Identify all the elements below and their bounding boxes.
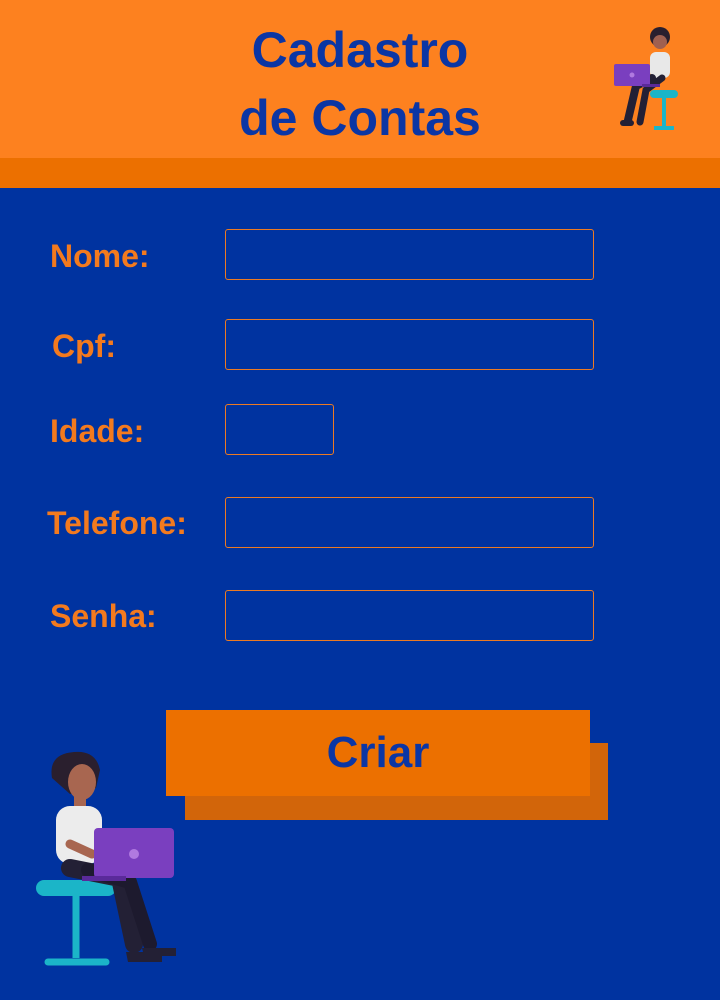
name-label: Nome: — [50, 238, 150, 274]
password-label: Senha: — [50, 598, 157, 634]
password-input[interactable] — [225, 590, 594, 641]
cpf-label: Cpf: — [52, 328, 116, 364]
person-laptop-large-icon — [36, 751, 176, 966]
phone-input[interactable] — [225, 497, 594, 548]
age-label: Idade: — [50, 413, 145, 449]
person-laptop-icon — [614, 27, 678, 130]
name-input[interactable] — [225, 229, 594, 280]
phone-label: Telefone: — [47, 505, 187, 541]
cpf-input[interactable] — [225, 319, 594, 370]
page-title: Cadastro de Contas — [160, 16, 560, 152]
page-title-line2: de Contas — [239, 90, 481, 146]
create-button[interactable]: Criar — [166, 710, 590, 796]
age-input[interactable] — [225, 404, 334, 455]
header-band — [0, 158, 720, 188]
page-title-line1: Cadastro — [251, 22, 469, 78]
